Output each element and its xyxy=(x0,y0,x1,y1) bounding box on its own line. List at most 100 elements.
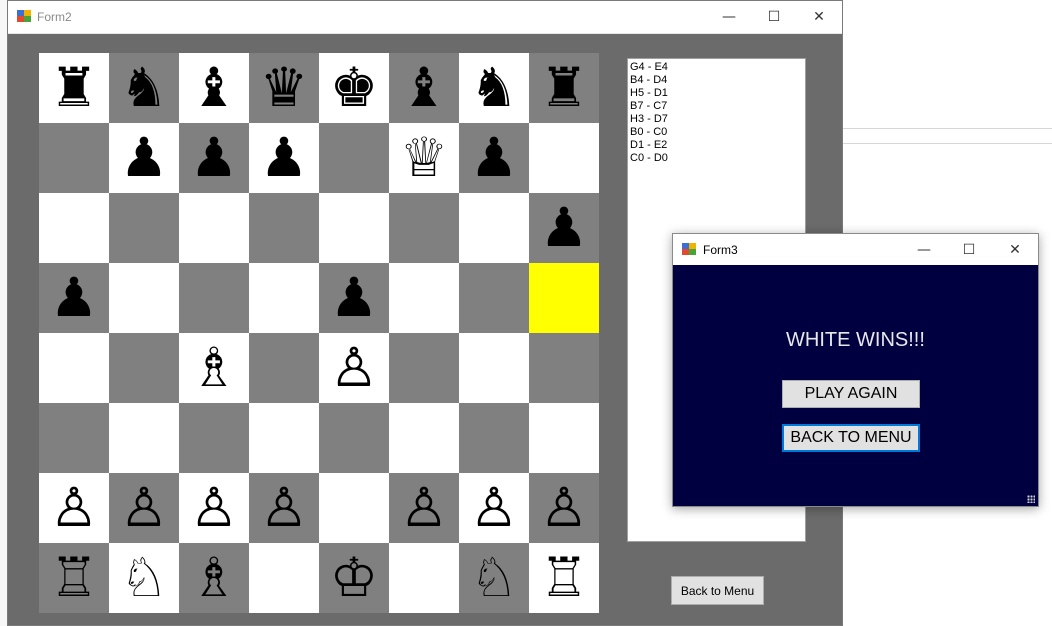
move-list-item[interactable]: H5 - D1 xyxy=(630,87,803,100)
resize-grip-icon[interactable] xyxy=(1027,495,1035,503)
board-square[interactable] xyxy=(39,193,109,263)
board-square[interactable]: ♟ xyxy=(249,123,319,193)
move-list-item[interactable]: B7 - C7 xyxy=(630,100,803,113)
board-square[interactable]: ♟ xyxy=(529,193,599,263)
board-square[interactable] xyxy=(459,333,529,403)
board-square[interactable] xyxy=(529,123,599,193)
chess-piece-icon: ♟ xyxy=(539,196,589,259)
play-again-button[interactable]: PLAY AGAIN xyxy=(782,380,920,408)
close-icon[interactable]: ✕ xyxy=(796,1,842,33)
board-square[interactable]: ♜ xyxy=(39,53,109,123)
move-list-item[interactable]: B4 - D4 xyxy=(630,74,803,87)
minimize-icon[interactable]: — xyxy=(901,234,947,266)
board-square[interactable]: ♞ xyxy=(459,53,529,123)
board-square[interactable] xyxy=(109,403,179,473)
board-square[interactable]: ♚ xyxy=(319,53,389,123)
board-square[interactable]: ♟ xyxy=(179,123,249,193)
board-square[interactable] xyxy=(109,333,179,403)
board-square[interactable] xyxy=(529,333,599,403)
board-square[interactable] xyxy=(179,193,249,263)
chess-piece-icon: ♞ xyxy=(119,56,169,119)
chess-piece-icon: ♖ xyxy=(49,546,99,609)
board-square[interactable]: ♝ xyxy=(389,53,459,123)
board-square[interactable] xyxy=(319,123,389,193)
board-square[interactable] xyxy=(39,123,109,193)
chess-piece-icon: ♙ xyxy=(469,476,519,539)
chess-piece-icon: ♟ xyxy=(189,126,239,189)
board-square[interactable] xyxy=(249,333,319,403)
board-square[interactable]: ♗ xyxy=(179,543,249,613)
maximize-icon[interactable]: ☐ xyxy=(751,1,797,33)
form3-titlebar[interactable]: Form3 — ☐ ✕ xyxy=(673,234,1038,265)
chess-piece-icon: ♜ xyxy=(539,56,589,119)
board-square[interactable]: ♗ xyxy=(179,333,249,403)
board-square[interactable]: ♙ xyxy=(319,333,389,403)
board-square[interactable] xyxy=(249,403,319,473)
board-square[interactable] xyxy=(319,473,389,543)
board-square[interactable] xyxy=(529,403,599,473)
board-square[interactable]: ♖ xyxy=(39,543,109,613)
board-square[interactable]: ♟ xyxy=(459,123,529,193)
chess-piece-icon: ♟ xyxy=(49,266,99,329)
board-square[interactable] xyxy=(389,403,459,473)
board-square[interactable]: ♙ xyxy=(109,473,179,543)
board-square[interactable] xyxy=(249,543,319,613)
board-square[interactable] xyxy=(389,333,459,403)
board-square[interactable] xyxy=(249,263,319,333)
chess-piece-icon: ♞ xyxy=(469,56,519,119)
move-list-item[interactable]: G4 - E4 xyxy=(630,61,803,74)
board-square[interactable]: ♟ xyxy=(39,263,109,333)
close-icon[interactable]: ✕ xyxy=(992,234,1038,266)
board-square[interactable]: ♙ xyxy=(249,473,319,543)
board-square[interactable]: ♙ xyxy=(529,473,599,543)
board-square[interactable]: ♜ xyxy=(529,53,599,123)
back-to-menu-button[interactable]: BACK TO MENU xyxy=(782,424,920,452)
board-square[interactable] xyxy=(249,193,319,263)
form2-titlebar[interactable]: Form2 — ☐ ✕ xyxy=(8,1,842,34)
move-list-item[interactable]: D1 - E2 xyxy=(630,139,803,152)
chess-piece-icon: ♘ xyxy=(119,546,169,609)
move-list-item[interactable]: C0 - D0 xyxy=(630,152,803,165)
board-square[interactable] xyxy=(459,193,529,263)
chess-piece-icon: ♔ xyxy=(329,546,379,609)
board-square[interactable] xyxy=(529,263,599,333)
maximize-icon[interactable]: ☐ xyxy=(946,234,992,266)
board-square[interactable]: ♘ xyxy=(459,543,529,613)
board-square[interactable] xyxy=(109,193,179,263)
board-square[interactable] xyxy=(319,403,389,473)
board-square[interactable] xyxy=(389,543,459,613)
board-square[interactable]: ♔ xyxy=(319,543,389,613)
form3-dialog: Form3 — ☐ ✕ WHITE WINS!!! PLAY AGAIN BAC… xyxy=(672,233,1039,507)
board-square[interactable]: ♟ xyxy=(319,263,389,333)
board-square[interactable] xyxy=(459,263,529,333)
back-to-menu-button[interactable]: Back to Menu xyxy=(671,576,764,605)
chess-piece-icon: ♝ xyxy=(399,56,449,119)
board-square[interactable]: ♙ xyxy=(389,473,459,543)
board-square[interactable] xyxy=(319,193,389,263)
move-list-item[interactable]: H3 - D7 xyxy=(630,113,803,126)
move-list-item[interactable]: B0 - C0 xyxy=(630,126,803,139)
board-square[interactable]: ♙ xyxy=(459,473,529,543)
board-square[interactable]: ♙ xyxy=(39,473,109,543)
board-square[interactable] xyxy=(389,263,459,333)
chess-piece-icon: ♙ xyxy=(189,476,239,539)
board-square[interactable]: ♖ xyxy=(529,543,599,613)
board-square[interactable]: ♘ xyxy=(109,543,179,613)
board-square[interactable]: ♙ xyxy=(179,473,249,543)
board-square[interactable]: ♞ xyxy=(109,53,179,123)
board-square[interactable]: ♟ xyxy=(109,123,179,193)
minimize-icon[interactable]: — xyxy=(706,1,752,33)
board-square[interactable] xyxy=(179,263,249,333)
board-square[interactable]: ♕ xyxy=(389,123,459,193)
board-square[interactable] xyxy=(459,403,529,473)
chess-piece-icon: ♟ xyxy=(329,266,379,329)
board-square[interactable]: ♝ xyxy=(179,53,249,123)
chess-piece-icon: ♗ xyxy=(189,336,239,399)
board-square[interactable]: ♛ xyxy=(249,53,319,123)
board-square[interactable] xyxy=(39,403,109,473)
board-square[interactable] xyxy=(109,263,179,333)
board-square[interactable] xyxy=(179,403,249,473)
board-square[interactable] xyxy=(39,333,109,403)
board-square[interactable] xyxy=(389,193,459,263)
background-editor-edge xyxy=(0,0,7,626)
